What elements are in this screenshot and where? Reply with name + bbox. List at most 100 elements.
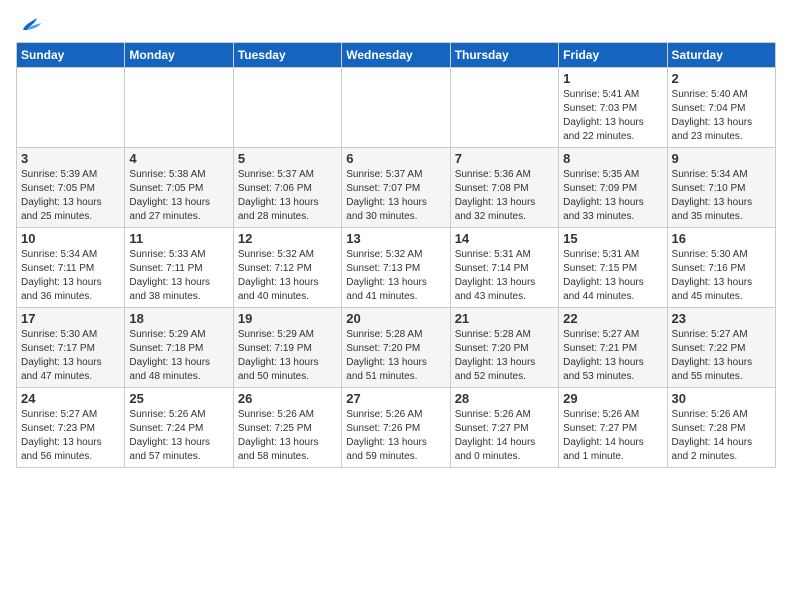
calendar-cell: 10 Sunrise: 5:34 AM Sunset: 7:11 PM Dayli… xyxy=(17,228,125,308)
calendar-cell: 12 Sunrise: 5:32 AM Sunset: 7:12 PM Dayli… xyxy=(233,228,341,308)
day-number: 29 xyxy=(563,391,662,406)
day-number: 24 xyxy=(21,391,120,406)
calendar-cell: 2 Sunrise: 5:40 AM Sunset: 7:04 PM Daylig… xyxy=(667,68,775,148)
calendar-cell: 23Sunrise: 5:27 AM Sunset: 7:22 PM Dayli… xyxy=(667,308,775,388)
day-number: 17 xyxy=(21,311,120,326)
calendar-cell: 5Sunrise: 5:37 AM Sunset: 7:06 PM Daylig… xyxy=(233,148,341,228)
day-info: Sunrise: 5:26 AM Sunset: 7:27 PM Dayligh… xyxy=(563,408,662,464)
day-number: 12 xyxy=(238,231,337,246)
calendar-cell: 4 Sunrise: 5:38 AM Sunset: 7:05 PM Daylig… xyxy=(125,148,233,228)
day-info: Sunrise: 5:35 AM Sunset: 7:09 PM Dayligh… xyxy=(563,168,662,224)
calendar-cell: 24 Sunrise: 5:27 AM Sunset: 7:23 PM Dayli… xyxy=(17,388,125,468)
logo-bird-icon xyxy=(19,16,41,34)
day-number: 10 xyxy=(21,231,120,246)
calendar-cell: 15 Sunrise: 5:31 AM Sunset: 7:15 PM Dayli… xyxy=(559,228,667,308)
day-info: Sunrise: 5:28 AM Sunset: 7:20 PM Dayligh… xyxy=(455,328,554,384)
calendar-cell: 19 Sunrise: 5:29 AM Sunset: 7:19 PM Dayli… xyxy=(233,308,341,388)
calendar-cell: 25Sunrise: 5:26 AM Sunset: 7:24 PM Dayli… xyxy=(125,388,233,468)
day-info: Sunrise: 5:27 AM Sunset: 7:23 PM Dayligh… xyxy=(21,408,120,464)
day-info: Sunrise: 5:40 AM Sunset: 7:04 PM Dayligh… xyxy=(672,88,771,144)
day-info: Sunrise: 5:26 AM Sunset: 7:28 PM Dayligh… xyxy=(672,408,771,464)
day-number: 2 xyxy=(672,71,771,86)
day-number: 30 xyxy=(672,391,771,406)
calendar-cell: 18 Sunrise: 5:29 AM Sunset: 7:18 PM Dayli… xyxy=(125,308,233,388)
column-header-saturday: Saturday xyxy=(667,43,775,68)
calendar-week-row: 3 Sunrise: 5:39 AM Sunset: 7:05 PM Daylig… xyxy=(17,148,776,228)
day-info: Sunrise: 5:38 AM Sunset: 7:05 PM Dayligh… xyxy=(129,168,228,224)
column-header-monday: Monday xyxy=(125,43,233,68)
day-info: Sunrise: 5:31 AM Sunset: 7:14 PM Dayligh… xyxy=(455,248,554,304)
calendar-cell: 21Sunrise: 5:28 AM Sunset: 7:20 PM Dayli… xyxy=(450,308,558,388)
day-number: 18 xyxy=(129,311,228,326)
calendar-cell: 30 Sunrise: 5:26 AM Sunset: 7:28 PM Dayli… xyxy=(667,388,775,468)
calendar-cell: 13 Sunrise: 5:32 AM Sunset: 7:13 PM Dayli… xyxy=(342,228,450,308)
day-number: 13 xyxy=(346,231,445,246)
column-header-wednesday: Wednesday xyxy=(342,43,450,68)
day-number: 25 xyxy=(129,391,228,406)
day-number: 20 xyxy=(346,311,445,326)
day-number: 14 xyxy=(455,231,554,246)
calendar-week-row: 17 Sunrise: 5:30 AM Sunset: 7:17 PM Dayli… xyxy=(17,308,776,388)
logo xyxy=(16,16,41,34)
calendar-cell xyxy=(17,68,125,148)
calendar-cell: 16 Sunrise: 5:30 AM Sunset: 7:16 PM Dayli… xyxy=(667,228,775,308)
day-number: 22 xyxy=(563,311,662,326)
calendar-cell xyxy=(233,68,341,148)
day-info: Sunrise: 5:32 AM Sunset: 7:12 PM Dayligh… xyxy=(238,248,337,304)
day-info: Sunrise: 5:32 AM Sunset: 7:13 PM Dayligh… xyxy=(346,248,445,304)
calendar-cell xyxy=(125,68,233,148)
day-number: 3 xyxy=(21,151,120,166)
calendar-cell: 29 Sunrise: 5:26 AM Sunset: 7:27 PM Dayli… xyxy=(559,388,667,468)
calendar-cell: 26Sunrise: 5:26 AM Sunset: 7:25 PM Dayli… xyxy=(233,388,341,468)
header xyxy=(16,16,776,34)
day-info: Sunrise: 5:26 AM Sunset: 7:27 PM Dayligh… xyxy=(455,408,554,464)
day-info: Sunrise: 5:30 AM Sunset: 7:17 PM Dayligh… xyxy=(21,328,120,384)
day-info: Sunrise: 5:26 AM Sunset: 7:26 PM Dayligh… xyxy=(346,408,445,464)
calendar-cell: 20 Sunrise: 5:28 AM Sunset: 7:20 PM Dayli… xyxy=(342,308,450,388)
day-info: Sunrise: 5:37 AM Sunset: 7:07 PM Dayligh… xyxy=(346,168,445,224)
day-number: 19 xyxy=(238,311,337,326)
calendar-cell: 11Sunrise: 5:33 AM Sunset: 7:11 PM Dayli… xyxy=(125,228,233,308)
calendar-cell: 22 Sunrise: 5:27 AM Sunset: 7:21 PM Dayli… xyxy=(559,308,667,388)
day-info: Sunrise: 5:34 AM Sunset: 7:11 PM Dayligh… xyxy=(21,248,120,304)
day-number: 26 xyxy=(238,391,337,406)
calendar-cell: 28 Sunrise: 5:26 AM Sunset: 7:27 PM Dayli… xyxy=(450,388,558,468)
day-number: 23 xyxy=(672,311,771,326)
day-info: Sunrise: 5:41 AM Sunset: 7:03 PM Dayligh… xyxy=(563,88,662,144)
day-number: 27 xyxy=(346,391,445,406)
calendar-cell: 27 Sunrise: 5:26 AM Sunset: 7:26 PM Dayli… xyxy=(342,388,450,468)
calendar-cell: 17 Sunrise: 5:30 AM Sunset: 7:17 PM Dayli… xyxy=(17,308,125,388)
calendar-week-row: 10 Sunrise: 5:34 AM Sunset: 7:11 PM Dayli… xyxy=(17,228,776,308)
column-header-thursday: Thursday xyxy=(450,43,558,68)
calendar-cell xyxy=(342,68,450,148)
day-number: 11 xyxy=(129,231,228,246)
day-number: 7 xyxy=(455,151,554,166)
calendar-header-row: SundayMondayTuesdayWednesdayThursdayFrid… xyxy=(17,43,776,68)
day-info: Sunrise: 5:28 AM Sunset: 7:20 PM Dayligh… xyxy=(346,328,445,384)
calendar-cell: 14 Sunrise: 5:31 AM Sunset: 7:14 PM Dayli… xyxy=(450,228,558,308)
calendar-cell: 7Sunrise: 5:36 AM Sunset: 7:08 PM Daylig… xyxy=(450,148,558,228)
day-info: Sunrise: 5:39 AM Sunset: 7:05 PM Dayligh… xyxy=(21,168,120,224)
day-number: 15 xyxy=(563,231,662,246)
day-number: 1 xyxy=(563,71,662,86)
column-header-friday: Friday xyxy=(559,43,667,68)
calendar-cell: 8 Sunrise: 5:35 AM Sunset: 7:09 PM Daylig… xyxy=(559,148,667,228)
day-info: Sunrise: 5:29 AM Sunset: 7:18 PM Dayligh… xyxy=(129,328,228,384)
calendar-cell: 9Sunrise: 5:34 AM Sunset: 7:10 PM Daylig… xyxy=(667,148,775,228)
day-number: 28 xyxy=(455,391,554,406)
day-info: Sunrise: 5:27 AM Sunset: 7:21 PM Dayligh… xyxy=(563,328,662,384)
day-number: 5 xyxy=(238,151,337,166)
day-number: 16 xyxy=(672,231,771,246)
calendar-cell: 3 Sunrise: 5:39 AM Sunset: 7:05 PM Daylig… xyxy=(17,148,125,228)
day-number: 4 xyxy=(129,151,228,166)
day-info: Sunrise: 5:29 AM Sunset: 7:19 PM Dayligh… xyxy=(238,328,337,384)
day-info: Sunrise: 5:31 AM Sunset: 7:15 PM Dayligh… xyxy=(563,248,662,304)
calendar-cell xyxy=(450,68,558,148)
calendar-cell: 6 Sunrise: 5:37 AM Sunset: 7:07 PM Daylig… xyxy=(342,148,450,228)
day-info: Sunrise: 5:30 AM Sunset: 7:16 PM Dayligh… xyxy=(672,248,771,304)
day-number: 8 xyxy=(563,151,662,166)
column-header-tuesday: Tuesday xyxy=(233,43,341,68)
day-number: 6 xyxy=(346,151,445,166)
calendar-cell: 1 Sunrise: 5:41 AM Sunset: 7:03 PM Daylig… xyxy=(559,68,667,148)
day-number: 9 xyxy=(672,151,771,166)
